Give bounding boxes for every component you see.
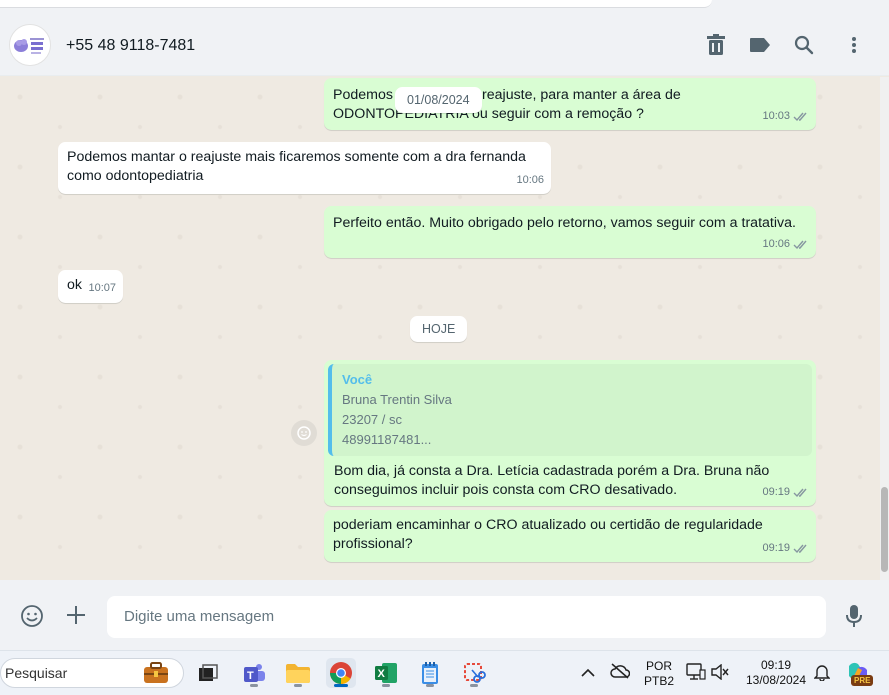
forward-icon[interactable] <box>291 420 317 446</box>
quote-line: Bruna Trentin Silva <box>342 392 452 407</box>
message-time: 10:07 <box>88 282 116 294</box>
system-clock[interactable]: 09:19 13/08/2024 <box>742 658 810 688</box>
message-meta: 10:03 <box>762 107 809 126</box>
search-icon[interactable] <box>792 33 816 57</box>
chat-scrollbar[interactable] <box>880 77 889 580</box>
message-meta: 10:07 <box>88 279 116 298</box>
double-check-icon <box>793 544 807 554</box>
scrollbar-thumb[interactable] <box>881 487 888 572</box>
chat-header: +55 48 9118-7481 <box>0 14 889 76</box>
quote-author: Você <box>342 372 373 387</box>
snipping-tool-icon[interactable] <box>459 658 489 688</box>
message-text: Podemos mantar o reajuste mais ficaremos… <box>67 149 526 184</box>
chrome-icon[interactable] <box>326 658 356 688</box>
running-indicator <box>250 684 258 687</box>
message-bubble-incoming[interactable]: Podemos mantar o reajuste mais ficaremos… <box>58 142 551 194</box>
running-indicator <box>294 684 302 687</box>
message-bubble-outgoing[interactable]: poderiam encaminhar o CRO atualizado ou … <box>324 510 816 562</box>
double-check-icon <box>793 112 807 122</box>
message-meta: 09:19 <box>762 539 809 558</box>
network-icon[interactable] <box>686 663 706 686</box>
quote-line: 23207 / sc <box>342 412 402 427</box>
attach-plus-icon[interactable] <box>65 604 87 631</box>
task-view-icon[interactable] <box>193 658 223 688</box>
message-text: Perfeito então. Muito obrigado pelo reto… <box>333 215 796 231</box>
volume-muted-icon[interactable] <box>711 663 729 685</box>
emoji-icon[interactable] <box>20 604 44 633</box>
svg-text:X: X <box>378 668 386 680</box>
message-bubble-outgoing[interactable]: Perfeito então. Muito obrigado pelo reto… <box>324 206 816 258</box>
excel-icon[interactable]: X <box>371 658 401 688</box>
keyboard-line: PTB2 <box>643 674 674 688</box>
contact-name[interactable]: +55 48 9118-7481 <box>66 37 195 55</box>
browser-toolbar-edge <box>0 0 712 8</box>
message-time: 10:06 <box>516 174 544 186</box>
message-meta: 10:06 <box>516 171 544 190</box>
windows-taskbar: Pesquisar T X POR PTB2 09:19 13/08/2024 … <box>0 650 889 695</box>
message-text: poderiam encaminhar o CRO atualizado ou … <box>333 517 763 552</box>
language-line: POR <box>645 659 672 673</box>
trash-icon[interactable] <box>704 33 728 57</box>
teams-icon[interactable]: T <box>239 658 269 688</box>
copilot-icon[interactable]: PRE <box>845 660 874 686</box>
clock-date: 13/08/2024 <box>745 673 807 687</box>
message-bubble-outgoing[interactable]: Você Bruna Trentin Silva 23207 / sc 4899… <box>324 360 816 506</box>
running-indicator <box>426 684 434 687</box>
clinic-logo-icon <box>10 25 50 65</box>
double-check-icon <box>793 240 807 250</box>
date-chip-floating: 01/08/2024 <box>395 87 482 113</box>
message-meta: 09:19 <box>762 483 809 502</box>
message-time: 10:03 <box>762 110 790 122</box>
copilot-preview-badge: PRE <box>851 675 874 686</box>
more-options-icon[interactable] <box>842 33 866 57</box>
briefcase-icon[interactable] <box>143 662 169 689</box>
composer: Digite uma mensagem <box>0 580 889 650</box>
message-time: 09:19 <box>762 486 790 498</box>
notification-bell-icon[interactable] <box>813 663 831 686</box>
message-time: 10:06 <box>762 238 790 250</box>
file-explorer-icon[interactable] <box>283 658 313 688</box>
message-bubble-incoming[interactable]: ok 10:07 <box>58 270 123 303</box>
microphone-icon[interactable] <box>845 604 863 633</box>
notepad-icon[interactable] <box>415 658 445 688</box>
clock-time: 09:19 <box>760 658 792 672</box>
avatar[interactable] <box>9 24 51 66</box>
message-meta: 10:06 <box>762 235 809 254</box>
message-text: Bom dia, já consta a Dra. Letícia cadast… <box>334 463 770 498</box>
svg-text:T: T <box>247 670 254 682</box>
quote-line: 48991187481... <box>342 432 432 447</box>
label-icon[interactable] <box>748 33 772 57</box>
date-chip-today: HOJE <box>410 316 468 342</box>
onedrive-offline-icon[interactable] <box>610 663 631 684</box>
quoted-message[interactable]: Você Bruna Trentin Silva 23207 / sc 4899… <box>328 364 812 456</box>
running-indicator <box>382 684 390 687</box>
chevron-up-icon[interactable] <box>581 665 595 683</box>
running-indicator <box>334 684 348 687</box>
input-language[interactable]: POR PTB2 <box>643 659 675 689</box>
taskbar-search-label: Pesquisar <box>5 665 68 681</box>
running-indicator <box>470 684 478 687</box>
message-text: ok <box>67 277 82 293</box>
message-time: 09:19 <box>762 542 790 554</box>
browser-strip <box>0 0 889 14</box>
double-check-icon <box>793 488 807 498</box>
message-input[interactable]: Digite uma mensagem <box>107 596 826 638</box>
